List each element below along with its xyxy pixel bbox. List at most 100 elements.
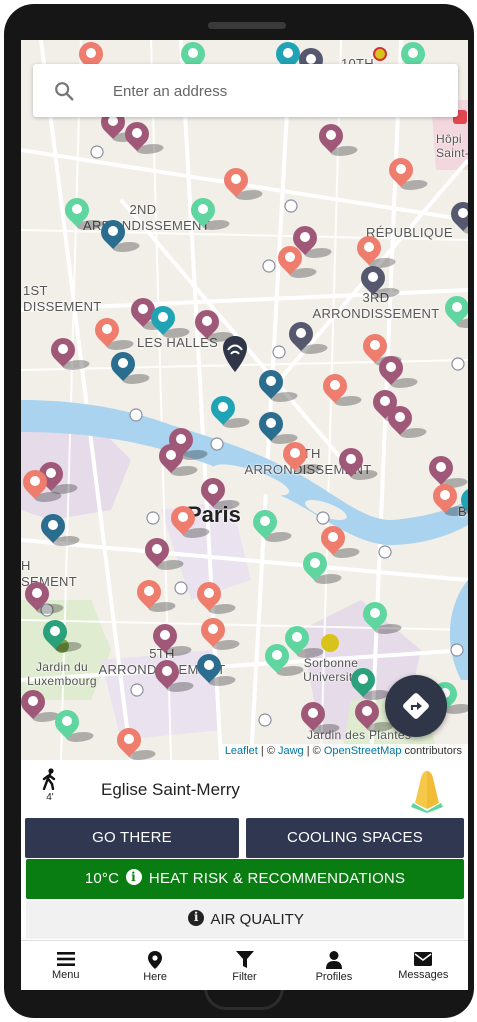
walking-person-icon <box>42 768 56 791</box>
map-marker-pin[interactable] <box>166 501 213 542</box>
cooling-spaces-button[interactable]: COOLING SPACES <box>246 818 464 858</box>
map-marker-pin[interactable] <box>356 261 403 302</box>
attribution-suffix: contributors <box>401 745 462 757</box>
map-marker-pin[interactable] <box>298 547 345 588</box>
map-marker-pin[interactable] <box>60 193 107 234</box>
address-search-input[interactable] <box>113 76 433 106</box>
map-marker-pin[interactable] <box>314 119 361 160</box>
map-marker-pin[interactable] <box>190 305 237 346</box>
nav-item-profiles[interactable]: Profiles <box>289 941 378 990</box>
map-marker-pin[interactable] <box>296 697 343 738</box>
nav-item-menu[interactable]: Menu <box>21 941 110 990</box>
location-pin-icon <box>148 951 163 969</box>
map-marker-pin[interactable] <box>284 317 331 358</box>
heat-risk-button[interactable]: 10°C HEAT RISK & RECOMMENDATIONS <box>26 857 464 899</box>
directions-icon <box>403 693 429 719</box>
map-marker-pin[interactable] <box>260 639 307 680</box>
map-marker-pin[interactable] <box>132 575 179 616</box>
attribution-separator: | © <box>257 745 278 757</box>
openstreetmap-link[interactable]: OpenStreetMap <box>324 745 402 757</box>
map-marker-pin[interactable] <box>90 313 137 354</box>
map-marker-pin[interactable] <box>21 577 67 618</box>
nav-label-profiles: Profiles <box>315 971 353 983</box>
map-marker-pin[interactable] <box>140 533 187 574</box>
map-marker-pin[interactable] <box>374 351 421 392</box>
map-marker-pin[interactable] <box>50 705 97 746</box>
map-marker-pin[interactable] <box>254 365 301 406</box>
map-marker-pin[interactable] <box>21 685 63 726</box>
map-marker-pin[interactable] <box>120 117 167 158</box>
map-marker-pin[interactable] <box>318 369 365 410</box>
map-marker-pin[interactable] <box>248 505 295 546</box>
search-icon[interactable] <box>53 80 75 102</box>
address-search-bar <box>33 64 458 117</box>
map-base-layer <box>21 40 468 760</box>
envelope-icon <box>414 952 433 966</box>
map-marker-pin[interactable] <box>96 215 143 256</box>
phone-speaker <box>208 22 286 29</box>
map-marker-pin[interactable] <box>154 439 201 480</box>
map-marker-pin[interactable] <box>146 301 193 342</box>
nav-item-filter[interactable]: Filter <box>200 941 289 990</box>
heat-risk-label: HEAT RISK & RECOMMENDATIONS <box>148 870 406 887</box>
map-marker-pin[interactable] <box>350 695 397 736</box>
map-marker-pin[interactable] <box>446 197 468 238</box>
map-marker-pin[interactable] <box>273 241 320 282</box>
nav-label-menu: Menu <box>51 969 80 981</box>
map-marker-pin[interactable] <box>219 163 266 204</box>
map-marker-pin[interactable] <box>196 473 243 514</box>
map-marker-pin[interactable] <box>148 619 195 660</box>
bottom-navigation: Menu Here Filter Profiles Messages <box>21 940 468 990</box>
app-screen: 10TH HôpiSaint-L 2NDARRONDISSEMENT RÉPUB… <box>21 40 468 990</box>
go-there-button[interactable]: GO THERE <box>25 818 239 858</box>
praying-hands-icon <box>411 771 443 813</box>
map-view[interactable]: 10TH HôpiSaint-L 2NDARRONDISSEMENT RÉPUB… <box>21 40 468 760</box>
map-marker-pin[interactable] <box>196 613 243 654</box>
map-marker-pin[interactable] <box>384 153 431 194</box>
info-icon <box>125 857 142 897</box>
user-profile-icon <box>325 951 342 969</box>
heat-temperature: 10°C <box>84 870 120 887</box>
walking-time: 4' <box>39 768 61 804</box>
leaflet-link[interactable]: Leaflet <box>225 745 258 757</box>
map-marker-pin[interactable] <box>383 401 430 442</box>
phone-home-button <box>204 988 284 1010</box>
current-location-icon <box>223 336 247 372</box>
map-marker-pin[interactable] <box>46 333 93 374</box>
place-name: Eglise Saint-Merry <box>101 780 240 799</box>
walking-time-value: 4' <box>46 792 54 803</box>
map-marker-pin[interactable] <box>38 615 85 656</box>
map-marker-pin[interactable] <box>21 465 65 506</box>
place-info-panel: 4' Eglise Saint-Merry GO THERE COOLING S… <box>21 760 468 940</box>
air-quality-button[interactable]: AIR QUALITY <box>26 898 464 939</box>
map-marker-pin[interactable] <box>192 649 239 690</box>
attribution-separator: | © <box>303 745 324 757</box>
map-marker-pin[interactable] <box>112 723 159 760</box>
map-marker-pin[interactable] <box>428 479 468 520</box>
map-label-jardin-luxembourg: Jardin du Luxembourg <box>27 660 97 688</box>
map-marker-pin[interactable] <box>186 193 233 234</box>
map-marker-pin[interactable] <box>278 437 325 478</box>
map-label-hopital: HôpiSaint-L <box>436 132 468 160</box>
map-marker-pin[interactable] <box>150 655 197 696</box>
map-marker-pin[interactable] <box>358 597 405 638</box>
nav-item-here[interactable]: Here <box>110 941 199 990</box>
map-marker-pin[interactable] <box>36 509 83 550</box>
map-marker-pin[interactable] <box>456 483 468 524</box>
map-marker-pin[interactable] <box>440 291 468 332</box>
map-marker-pin[interactable] <box>192 577 239 618</box>
air-quality-label: AIR QUALITY <box>210 911 304 928</box>
directions-button[interactable] <box>385 675 447 737</box>
nav-label-filter: Filter <box>232 971 257 983</box>
map-attribution: Leaflet | © Jawg | © OpenStreetMap contr… <box>218 744 468 760</box>
map-label-1st-arrondissement: 1ST DISSEMENT <box>23 283 102 314</box>
info-icon <box>188 898 205 936</box>
map-marker-pin[interactable] <box>206 391 253 432</box>
map-marker-pin[interactable] <box>106 347 153 388</box>
nav-label-here: Here <box>143 971 168 983</box>
map-marker-pin[interactable] <box>334 443 381 484</box>
map-marker-pin[interactable] <box>254 407 301 448</box>
map-marker-pin[interactable] <box>346 663 393 704</box>
jawg-link[interactable]: Jawg <box>278 745 304 757</box>
nav-item-messages[interactable]: Messages <box>379 941 468 990</box>
